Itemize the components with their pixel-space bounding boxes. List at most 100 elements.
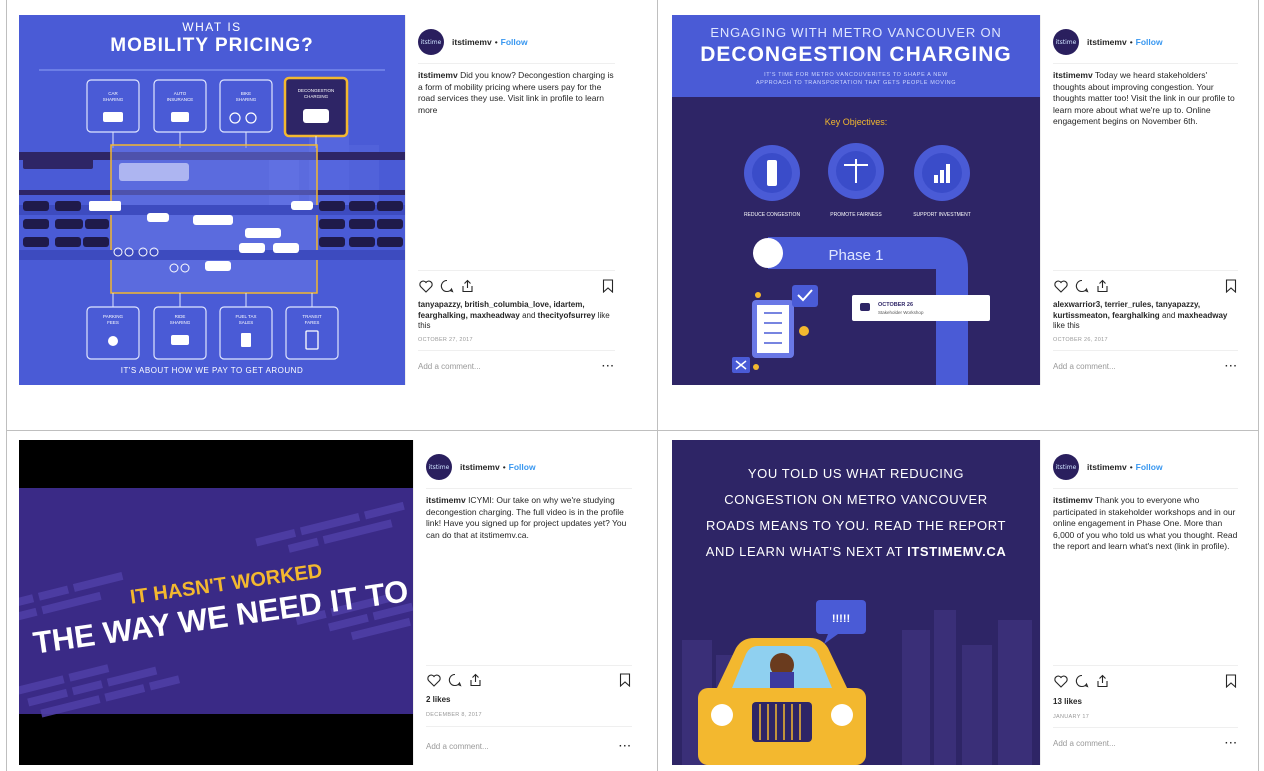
caption-username[interactable]: itstimemv <box>1053 70 1093 80</box>
event-card <box>852 295 990 321</box>
post-date[interactable]: DECEMBER 8, 2017 <box>426 712 482 718</box>
follow-button[interactable]: Follow <box>1136 462 1163 472</box>
divider <box>1053 63 1238 64</box>
divider <box>1053 665 1238 666</box>
bookmark-icon[interactable] <box>1223 674 1238 689</box>
svg-text:INSURANCE: INSURANCE <box>167 97 194 102</box>
caption: itstimemv Today we heard stakeholders' t… <box>1053 70 1238 128</box>
like-heart-icon[interactable] <box>1053 279 1068 294</box>
username[interactable]: itstimemv <box>1087 37 1127 47</box>
post-date[interactable]: JANUARY 17 <box>1053 714 1089 720</box>
liked-and: and <box>522 310 536 320</box>
image-title-line1: ENGAGING WITH METRO VANCOUVER ON <box>710 25 1001 40</box>
post-image[interactable]: YOU TOLD US WHAT REDUCING CONGESTION ON … <box>672 440 1040 765</box>
follow-button[interactable]: Follow <box>1136 37 1163 47</box>
svg-text:TRANSIT: TRANSIT <box>302 314 322 319</box>
post-image[interactable]: WHAT IS MOBILITY PRICING? CAR SHARING AU… <box>19 15 405 385</box>
post-image[interactable]: ENGAGING WITH METRO VANCOUVER ON DECONGE… <box>672 15 1040 385</box>
like-heart-icon[interactable] <box>418 279 433 294</box>
divider <box>1053 350 1238 351</box>
image-title-line2: DECONGESTION CHARGING <box>700 43 1012 66</box>
username[interactable]: itstimemv <box>460 462 500 472</box>
image-line4a: AND LEARN WHAT'S NEXT AT <box>706 544 903 559</box>
username[interactable]: itstimemv <box>1087 462 1127 472</box>
share-icon[interactable] <box>460 279 475 294</box>
bookmark-icon[interactable] <box>600 279 615 294</box>
divider <box>426 726 632 727</box>
likes-count-text[interactable]: 2 likes <box>426 695 450 704</box>
phase-label: Phase 1 <box>828 247 883 264</box>
svg-text:AUTO: AUTO <box>174 91 187 96</box>
image-line3: ROADS MEANS TO YOU. READ THE REPORT <box>706 518 1006 533</box>
likes-count-text[interactable]: 13 likes <box>1053 697 1082 706</box>
comment-icon[interactable] <box>1074 279 1089 294</box>
post-date[interactable]: OCTOBER 26, 2017 <box>1053 337 1108 343</box>
liked-and: and <box>1161 310 1176 320</box>
bookmark-icon[interactable] <box>617 673 632 688</box>
share-icon[interactable] <box>468 673 483 688</box>
action-bar <box>426 672 632 688</box>
post-header: itstime itstimemv • Follow <box>426 452 634 482</box>
image-title-line1: WHAT IS <box>182 20 241 34</box>
image-title-line2: MOBILITY PRICING? <box>110 35 313 56</box>
post-decongestion-engagement: ENGAGING WITH METRO VANCOUVER ON DECONGE… <box>672 15 1248 385</box>
image-line2: CONGESTION ON METRO VANCOUVER <box>724 492 987 507</box>
avatar[interactable]: itstime <box>1053 454 1079 480</box>
objective-label-1: REDUCE CONGESTION <box>744 212 801 218</box>
post-header: itstime itstimemv • Follow <box>418 27 617 57</box>
liked-by: alexwarrior3, terrier_rules, tanyapazzy,… <box>1053 300 1238 332</box>
comment-row: Add a comment... ··· <box>418 359 615 373</box>
more-options-icon[interactable]: ··· <box>602 361 615 372</box>
like-heart-icon[interactable] <box>426 673 441 688</box>
like-heart-icon[interactable] <box>1053 674 1068 689</box>
separator-dot: • <box>1129 37 1133 47</box>
comment-icon[interactable] <box>1074 674 1089 689</box>
caption: itstimemv Did you know? Decongestion cha… <box>418 70 615 116</box>
divider <box>426 665 632 666</box>
comment-input[interactable]: Add a comment... <box>1053 739 1225 748</box>
post-video-it-hasnt-worked: IT HASN'T WORKED THE WAY WE NEED IT TO i… <box>19 440 642 765</box>
more-options-icon[interactable]: ··· <box>1225 738 1238 749</box>
comment-input[interactable]: Add a comment... <box>418 362 602 371</box>
box-decongestion-charging: DECONGESTION CHARGING <box>283 76 349 138</box>
more-options-icon[interactable]: ··· <box>619 741 632 752</box>
separator-dot: • <box>494 37 498 47</box>
username[interactable]: itstimemv <box>452 37 492 47</box>
caption-username[interactable]: itstimemv <box>1053 495 1093 505</box>
avatar[interactable]: itstime <box>418 29 444 55</box>
liked-by-last[interactable]: thecityofsurrey <box>538 311 596 320</box>
share-icon[interactable] <box>1095 279 1110 294</box>
event-name: Stakeholder Workshop <box>878 310 924 315</box>
liked-suffix: like this <box>1053 321 1080 330</box>
svg-text:FEES: FEES <box>107 320 119 325</box>
image-footer: IT'S ABOUT HOW WE PAY TO GET AROUND <box>121 366 303 375</box>
more-options-icon[interactable]: ··· <box>1225 361 1238 372</box>
report-graphic: YOU TOLD US WHAT REDUCING CONGESTION ON … <box>672 440 1040 765</box>
divider <box>418 270 615 271</box>
image-sub2: APPROACH TO TRANSPORTATION THAT GETS PEO… <box>756 80 956 86</box>
svg-text:SHARING: SHARING <box>236 97 257 102</box>
share-icon[interactable] <box>1095 674 1110 689</box>
avatar[interactable]: itstime <box>1053 29 1079 55</box>
event-date: OCTOBER 26 <box>878 302 913 308</box>
post-date[interactable]: OCTOBER 27, 2017 <box>418 337 473 343</box>
caption-username[interactable]: itstimemv <box>426 495 466 505</box>
bookmark-icon[interactable] <box>1223 279 1238 294</box>
comment-icon[interactable] <box>439 279 454 294</box>
engagement-infographic: ENGAGING WITH METRO VANCOUVER ON DECONGE… <box>672 15 1040 385</box>
comment-row: Add a comment... ··· <box>1053 736 1238 750</box>
svg-text:BIKE: BIKE <box>241 91 251 96</box>
comment-input[interactable]: Add a comment... <box>1053 362 1225 371</box>
svg-text:FUEL TAX: FUEL TAX <box>236 314 257 319</box>
post-panel: itstime itstimemv • Follow itstimemv Tha… <box>1040 440 1248 765</box>
post-mobility-pricing: WHAT IS MOBILITY PRICING? CAR SHARING AU… <box>19 15 625 385</box>
liked-by-last[interactable]: maxheadway <box>1178 311 1228 320</box>
caption-username[interactable]: itstimemv <box>418 70 458 80</box>
comment-icon[interactable] <box>447 673 462 688</box>
avatar[interactable]: itstime <box>426 454 452 480</box>
post-video[interactable]: IT HASN'T WORKED THE WAY WE NEED IT TO <box>19 440 413 765</box>
comment-input[interactable]: Add a comment... <box>426 742 619 751</box>
follow-button[interactable]: Follow <box>501 37 528 47</box>
follow-button[interactable]: Follow <box>509 462 536 472</box>
objective-label-3: SUPPORT INVESTMENT <box>913 212 971 218</box>
